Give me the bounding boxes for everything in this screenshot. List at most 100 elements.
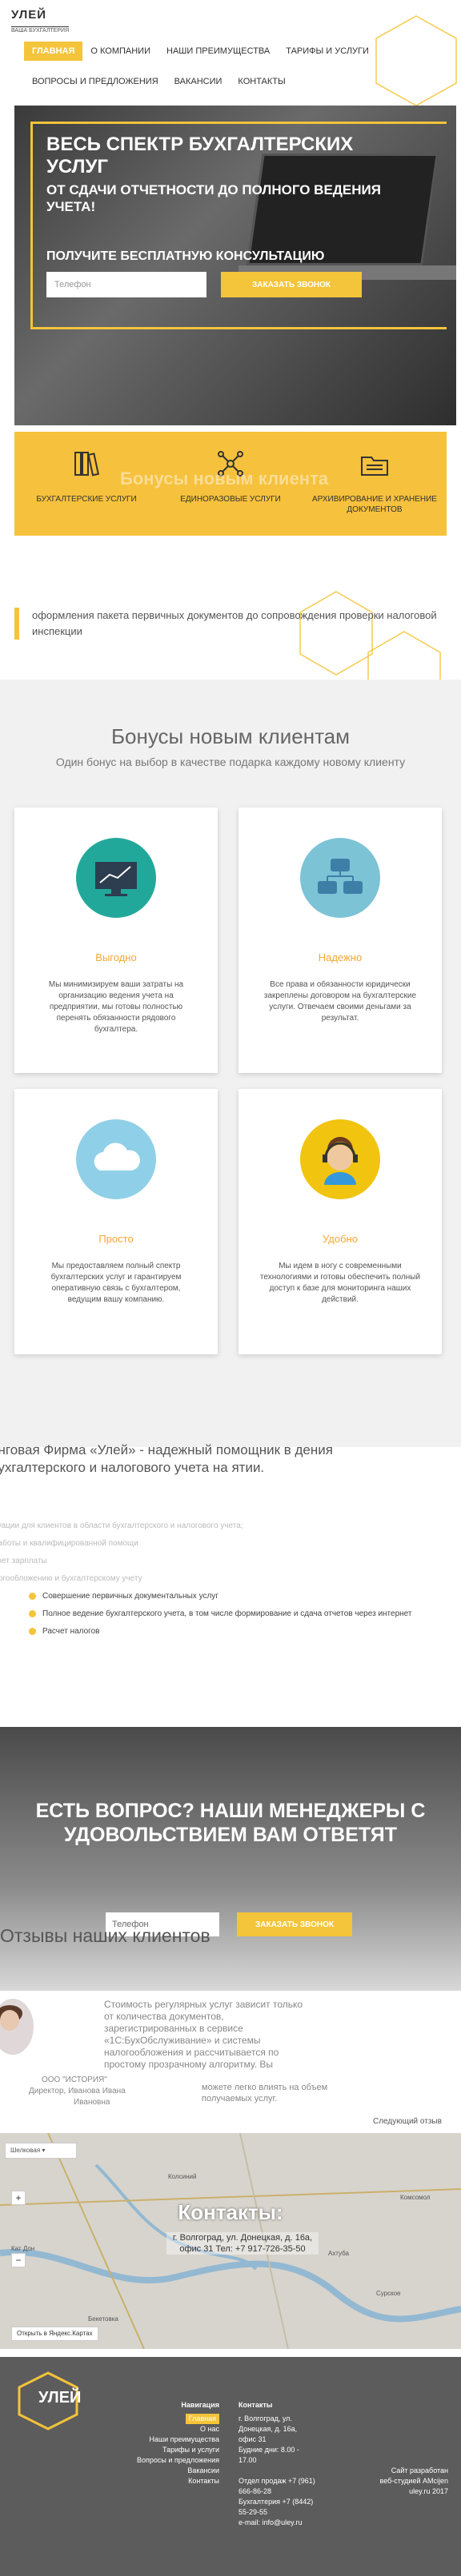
footer-nav-item-tariffs[interactable]: Тарифы и услуги xyxy=(128,2445,219,2455)
nav-item-advantages[interactable]: НАШИ ПРЕИМУЩЕСТВА xyxy=(158,42,278,61)
review-text: Стоимость регулярных услуг зависит тольк… xyxy=(104,1999,303,2070)
cloud-icon xyxy=(76,1119,156,1199)
about-faded-item: туации для клиентов в области бухгалтерс… xyxy=(0,1521,243,1530)
about-list: туации для клиентов в области бухгалтерс… xyxy=(0,1517,442,1641)
contacts-title: Контакты: xyxy=(178,2200,283,2224)
footer-nav-item-vacancies[interactable]: Вакансии xyxy=(128,2466,219,2476)
contacts-address: г. Волгоград, ул. Донецкая, д. 16а, офис… xyxy=(166,2232,319,2255)
logo-subtitle: ВАША БУХГАЛТЕРИЯ xyxy=(11,26,70,34)
service-label: ЕДИНОРАЗОВЫЕ УСЛУГИ xyxy=(180,495,281,504)
hero-order-call-button[interactable]: ЗАКАЗАТЬ ЗВОНОК xyxy=(221,272,362,297)
footer-contact-line: Отдел продаж +7 (961) xyxy=(239,2477,315,2485)
question-title: ЕСТЬ ВОПРОС? НАШИ МЕНЕДЖЕРЫ С УДОВОЛЬСТВ… xyxy=(35,1800,426,1846)
main-nav-row1: ГЛАВНАЯ О КОМПАНИИ НАШИ ПРЕИМУЩЕСТВА ТАР… xyxy=(24,42,377,61)
footer-nav-title: Навигация xyxy=(181,2401,219,2409)
logo-title: УЛЕЙ xyxy=(11,8,47,22)
bonus-card-text: Мы предоставляем полный спектр бухгалтер… xyxy=(50,1262,182,1304)
bonuses-title: Бонусы новым клиентам xyxy=(110,724,351,748)
footer: УЛЕЙ Навигация Главная О нас Наши преиму… xyxy=(0,2357,461,2576)
footer-nav-item-questions[interactable]: Вопросы и предложения xyxy=(128,2455,219,2466)
nav-item-questions[interactable]: ВОПРОСЫ И ПРЕДЛОЖЕНИЯ xyxy=(24,72,166,91)
footer-contact-line: г. Волгоград, ул. xyxy=(239,2415,292,2422)
service-label: БУХГАЛТЕРСКИЕ УСЛУГИ xyxy=(36,495,137,504)
about-title: инговая Фирма «Улей» - надежный помощник… xyxy=(0,1442,333,1475)
bonus-card-simple[interactable]: Просто Мы предоставляем полный спектр бу… xyxy=(14,1089,218,1354)
main-nav-row2: ВОПРОСЫ И ПРЕДЛОЖЕНИЯ ВАКАНСИИ КОНТАКТЫ xyxy=(24,72,294,91)
footer-contacts: Контакты г. Волгоград, ул. Донецкая, д. … xyxy=(239,2400,343,2528)
office-background-image xyxy=(0,1727,461,1991)
footer-contacts-title: Контакты xyxy=(239,2401,273,2409)
ghost-bonus-title: Бонусы новым клиента xyxy=(120,469,329,488)
logo[interactable]: УЛЕЙ ВАША БУХГАЛТЕРИЯ xyxy=(11,8,107,37)
open-yandex-maps-link[interactable]: Открыть в Яндекс.Картах xyxy=(11,2327,98,2341)
map-town-label: Сурское xyxy=(376,2290,401,2297)
map-town-label: Колсиний xyxy=(168,2173,197,2180)
nav-item-vacancies[interactable]: ВАКАНСИИ xyxy=(166,72,230,91)
review-text-continued: можете легко влиять на объем получаемых … xyxy=(202,2083,328,2103)
footer-dev-link[interactable]: веб-студией AMcijen xyxy=(352,2476,448,2486)
footer-contact-line: Бухгалтерия +7 (8442) xyxy=(239,2498,314,2506)
map-town-label: Бекетовка xyxy=(88,2315,118,2323)
bonus-card-text: Мы идем в ногу с современными технология… xyxy=(259,1262,421,1304)
zoom-out-button[interactable]: − xyxy=(11,2253,26,2267)
bonus-card-title: Надежно xyxy=(318,951,363,963)
bonus-card-title: Просто xyxy=(98,1233,134,1245)
bonus-card-text: Мы минимизируем ваши затраты на организа… xyxy=(48,980,184,1034)
nav-item-tariffs[interactable]: ТАРИФЫ И УСЛУГИ xyxy=(278,42,377,61)
footer-email[interactable]: e-mail: info@uley.ru xyxy=(239,2518,343,2528)
nav-item-contacts[interactable]: КОНТАКТЫ xyxy=(230,72,293,91)
about-list-item: Расчет налогов xyxy=(0,1623,442,1641)
bonus-card-reliable[interactable]: Надежно Все права и обязанности юридичес… xyxy=(239,807,442,1073)
bonus-card-title: Выгодно xyxy=(95,951,137,963)
about-list-item: Полное ведение бухгалтерского учета, в т… xyxy=(0,1605,442,1623)
hero-phone-input[interactable]: Телефон xyxy=(46,272,206,297)
question-banner: ЕСТЬ ВОПРОС? НАШИ МЕНЕДЖЕРЫ С УДОВОЛЬСТВ… xyxy=(0,1727,461,1991)
database-icon xyxy=(300,838,380,918)
hero-subtitle: ОТ СДАЧИ ОТЧЕТНОСТИ ДО ПОЛНОГО ВЕДЕНИЯ У… xyxy=(46,182,381,214)
footer-contact-line: Будние дни: 8.00 - xyxy=(239,2446,299,2454)
hero-banner: ВЕСЬ СПЕКТР БУХГАЛТЕРСКИХ УСЛУГ ОТ СДАЧИ… xyxy=(14,106,456,425)
nav-item-home[interactable]: ГЛАВНАЯ xyxy=(24,42,83,61)
footer-nav: Навигация Главная О нас Наши преимуществ… xyxy=(128,2400,219,2486)
footer-dev-line: Сайт разработан xyxy=(391,2466,448,2474)
footer-contact-line: 55-29-55 xyxy=(239,2508,268,2516)
footer-contact-line: Донецкая, д. 16а, xyxy=(239,2425,298,2433)
about-faded-item: логообложению и бухгалтерскому учету xyxy=(0,1574,142,1583)
map-town-label: Ахтуба xyxy=(328,2250,349,2257)
about-faded-item: счет зарплаты xyxy=(0,1557,47,1565)
chart-monitor-icon xyxy=(76,838,156,918)
service-label: АРХИВИРОВАНИЕ И ХРАНЕНИЕ ДОКУМЕНТОВ xyxy=(312,495,437,514)
support-agent-icon xyxy=(300,1119,380,1199)
bonus-card-convenient[interactable]: Удобно Мы идем в ногу с современными тех… xyxy=(239,1089,442,1354)
footer-dev-line: uley.ru 2017 xyxy=(409,2487,448,2495)
nav-item-about[interactable]: О КОМПАНИИ xyxy=(82,42,158,61)
map-town-label: Кат Дон xyxy=(11,2245,35,2252)
footer-logo[interactable]: УЛЕЙ xyxy=(38,2389,81,2407)
footer-nav-item-contacts[interactable]: Контакты xyxy=(128,2476,219,2486)
footer-nav-item-advantages[interactable]: Наши преимущества xyxy=(128,2434,219,2445)
footer-contact-line: офис 31 xyxy=(239,2435,267,2443)
about-faded-item: работы и квалифицированной помощи xyxy=(0,1539,138,1548)
footer-nav-item-home[interactable]: Главная xyxy=(185,2414,219,2424)
bonus-card-text: Все права и обязанности юридически закре… xyxy=(263,980,417,1023)
about-list-item: Совершение первичных документальных услу… xyxy=(0,1588,442,1605)
hero-title: ВЕСЬ СПЕКТР БУХГАЛТЕРСКИХ УСЛУГ xyxy=(46,134,354,177)
footer-contact-line: 666-86-28 xyxy=(239,2487,272,2495)
footer-contact-line xyxy=(239,2466,343,2476)
review-company: ООО "ИСТОРИЯ" xyxy=(42,2076,107,2084)
contacts-map[interactable]: Шелковая ▾ + − Колсиний Комсомол Ахтуба … xyxy=(0,2133,461,2349)
next-review-link[interactable]: Следующий отзыв xyxy=(373,2117,442,2126)
page: УЛЕЙ ВАША БУХГАЛТЕРИЯ ГЛАВНАЯ О КОМПАНИИ… xyxy=(0,0,461,2576)
review-author-patronymic: Ивановна xyxy=(74,2098,110,2107)
footer-developer: Сайт разработан веб-студией AMcijen uley… xyxy=(352,2466,448,2497)
footer-nav-item-about[interactable]: О нас xyxy=(128,2424,219,2434)
footer-contact-line: 17.00 xyxy=(239,2456,257,2464)
services-quote: оформления пакета первичных документов д… xyxy=(14,608,447,640)
review-author: Директор, Иванова Ивана xyxy=(29,2087,126,2095)
map-layer-control[interactable]: Шелковая ▾ xyxy=(5,2143,77,2159)
reviews-title: Отзывы наших клиентов xyxy=(0,1925,210,1946)
hero-cta-text: ПОЛУЧИТЕ БЕСПЛАТНУЮ КОНСУЛЬТАЦИЮ xyxy=(46,249,325,263)
question-order-call-button[interactable]: ЗАКАЗАТЬ ЗВОНОК xyxy=(237,1912,352,1936)
bonus-card-profitable[interactable]: Выгодно Мы минимизируем ваши затраты на … xyxy=(14,807,218,1073)
bonuses-subtitle: Один бонус на выбор в качестве подарка к… xyxy=(55,756,406,768)
